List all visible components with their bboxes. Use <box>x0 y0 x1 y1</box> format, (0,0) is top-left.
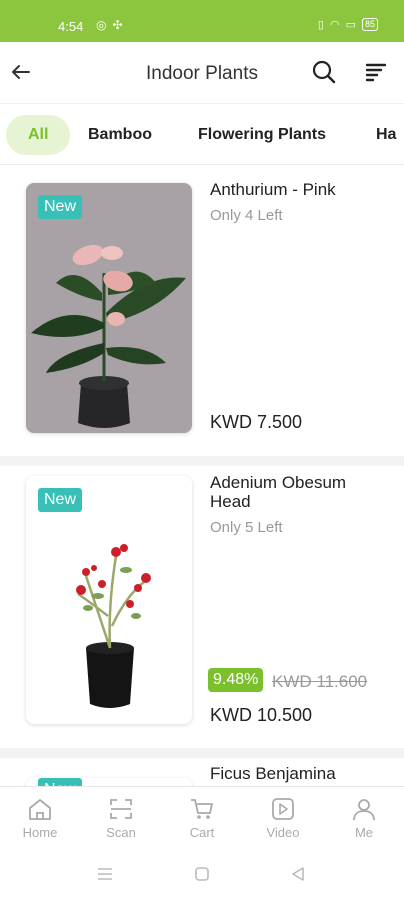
nav-scan[interactable]: Scan <box>91 797 151 840</box>
video-icon <box>272 798 294 820</box>
new-badge: New <box>38 778 83 786</box>
divider <box>0 748 404 758</box>
nav-cart[interactable]: Cart <box>172 797 232 840</box>
sim-icon: ▭ <box>345 19 356 31</box>
product-image[interactable]: New <box>26 778 192 786</box>
home-icon <box>29 799 51 820</box>
back-button-icon[interactable] <box>290 866 306 887</box>
search-icon[interactable] <box>310 58 338 86</box>
app-header: Indoor Plants <box>0 42 404 104</box>
nav-video[interactable]: Video <box>253 797 313 840</box>
product-image[interactable]: New <box>26 183 192 433</box>
product-name: Ficus Benjamina <box>210 764 336 783</box>
tab-bamboo[interactable]: Bamboo <box>88 115 152 155</box>
nav-video-label: Video <box>266 825 300 840</box>
status-left-icons: ◎ ✣ <box>96 18 123 32</box>
product-name: Anthurium - Pink <box>210 180 336 199</box>
instagram-icon: ◎ <box>96 18 107 32</box>
nav-home-label: Home <box>22 825 58 840</box>
cart-icon <box>191 799 213 819</box>
new-badge: New <box>38 195 83 219</box>
pinwheel-icon: ✣ <box>112 18 123 32</box>
nav-cart-label: Cart <box>189 825 215 840</box>
product-image[interactable]: New <box>26 476 192 724</box>
original-price: KWD 11.600 <box>272 672 368 691</box>
sort-filter-icon[interactable] <box>362 58 390 86</box>
vibrate-icon: ▯ <box>317 19 324 31</box>
page-title: Indoor Plants <box>146 63 258 84</box>
nav-me[interactable]: Me <box>334 797 394 840</box>
system-nav-bar <box>0 848 404 900</box>
home-button-icon[interactable] <box>194 866 210 887</box>
product-price: KWD 10.500 <box>210 705 313 725</box>
product-name: Adenium Obesum Head <box>210 473 347 511</box>
battery-icon: 85 <box>361 18 378 31</box>
status-right-icons: ▯ ◠ ▭ 85 <box>318 18 378 31</box>
profile-icon <box>353 799 375 821</box>
divider <box>0 456 404 466</box>
nav-scan-label: Scan <box>106 825 136 840</box>
product-card[interactable]: New Anthurium - Pink Only 4 Left KWD 7.5… <box>0 166 404 456</box>
nav-home[interactable]: Home <box>10 797 70 840</box>
status-time: 4:54 <box>58 19 84 34</box>
wifi-icon: ◠ <box>329 19 340 31</box>
recents-icon[interactable] <box>96 866 114 887</box>
scan-icon <box>110 799 132 819</box>
tab-flowering-plants[interactable]: Flowering Plants <box>198 115 326 155</box>
discount-badge: 9.48% <box>208 668 264 692</box>
status-bar: 4:54 ◎ ✣ ▯ ◠ ▭ 85 <box>0 0 404 42</box>
tab-partial[interactable]: Ha <box>376 115 396 155</box>
product-stock: Only 4 Left <box>210 207 283 224</box>
nav-me-label: Me <box>354 825 374 840</box>
product-card[interactable]: New Ficus Benjamina <box>0 758 404 786</box>
adenium-illustration <box>76 544 151 708</box>
product-card[interactable]: New Adenium Obesum Head Only 5 Left 9.48… <box>0 466 404 748</box>
new-badge: New <box>38 488 83 512</box>
category-tabs: All Bamboo Flowering Plants Ha <box>0 105 404 165</box>
bottom-nav: Home Scan Cart Video Me <box>0 786 404 848</box>
product-price: KWD 7.500 <box>210 412 303 432</box>
anthurium-illustration <box>31 244 186 428</box>
product-stock: Only 5 Left <box>210 519 283 536</box>
tab-all[interactable]: All <box>6 115 71 155</box>
